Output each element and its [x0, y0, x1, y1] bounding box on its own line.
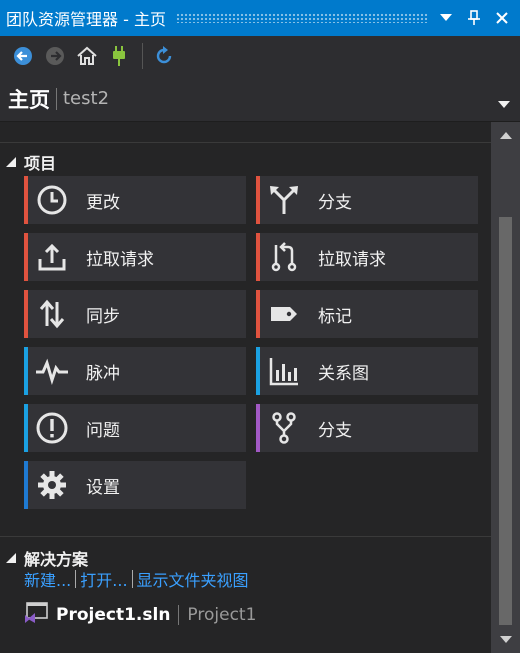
header-divider	[56, 87, 57, 110]
section-divider	[0, 142, 491, 143]
tile-changes[interactable]: 更改	[24, 176, 246, 224]
gear-icon	[28, 461, 76, 509]
tile-sync[interactable]: 同步	[24, 290, 246, 338]
tile-label: 标记	[318, 306, 352, 327]
open-link[interactable]: 打开...	[80, 567, 127, 591]
tile-charts[interactable]: 关系图	[256, 347, 478, 395]
tile-label: 问题	[86, 420, 120, 441]
tile-label: 拉取请求	[318, 249, 386, 270]
tile-label: 同步	[86, 306, 120, 327]
title-bar[interactable]: 团队资源管理器 - 主页	[0, 0, 520, 36]
clock-icon	[28, 176, 76, 224]
new-link[interactable]: 新建...	[24, 567, 71, 591]
tile-label: 设置	[86, 477, 120, 498]
tile-settings[interactable]: 设置	[24, 461, 246, 509]
content-area: 项目 更改 分支 拉取请求 拉取请求 同步 标记 脉冲 关系图 问题 分支 设置…	[0, 122, 491, 653]
collapse-triangle-icon[interactable]	[6, 553, 16, 563]
tile-label: 关系图	[318, 363, 369, 384]
back-arrow-icon[interactable]	[10, 42, 36, 70]
close-icon[interactable]	[494, 10, 510, 26]
solution-divider	[178, 605, 180, 625]
pin-icon[interactable]	[466, 10, 482, 26]
visual-studio-solution-icon	[24, 602, 48, 628]
tile-label: 脉冲	[86, 363, 120, 384]
upload-tray-icon	[28, 233, 76, 281]
link-divider	[131, 570, 133, 588]
solution-name: Project1.sln	[56, 605, 171, 625]
link-divider	[75, 570, 77, 588]
tile-label: 分支	[318, 192, 352, 213]
sync-arrows-icon	[28, 290, 76, 338]
home-icon[interactable]	[74, 42, 100, 70]
alert-circle-icon	[28, 404, 76, 452]
title-grip[interactable]	[175, 13, 428, 23]
tile-label: 分支	[318, 420, 352, 441]
dropdown-icon[interactable]	[438, 10, 454, 26]
window-title: 团队资源管理器 - 主页	[6, 10, 166, 29]
tile-pull-requests-git[interactable]: 拉取请求	[256, 233, 478, 281]
solution-item[interactable]: Project1.sln Project1	[24, 602, 256, 628]
tile-label: 拉取请求	[86, 249, 154, 270]
tag-icon	[260, 290, 308, 338]
tile-pulse[interactable]: 脉冲	[24, 347, 246, 395]
tile-label: 更改	[86, 192, 120, 213]
team-explorer-window: 团队资源管理器 - 主页 主页 test2 项目 更改 分支 拉取请求 拉取请求…	[0, 0, 520, 653]
solution-links: 新建... 打开... 显示文件夹视图	[24, 567, 249, 591]
scroll-up-icon[interactable]	[491, 124, 520, 146]
section-divider	[0, 536, 491, 537]
scrollbar-thumb[interactable]	[499, 217, 512, 625]
git-fork-icon	[260, 404, 308, 452]
page-subtitle: test2	[63, 88, 110, 109]
page-header[interactable]: 主页 test2	[0, 76, 520, 122]
toolbar-divider	[142, 43, 143, 69]
pulse-icon	[28, 347, 76, 395]
chevron-down-icon[interactable]	[498, 94, 510, 113]
page-title: 主页	[8, 87, 50, 112]
show-folder-view-link[interactable]: 显示文件夹视图	[137, 567, 249, 591]
tile-branches[interactable]: 分支	[256, 176, 478, 224]
toolbar	[0, 36, 520, 76]
tile-pull-requests[interactable]: 拉取请求	[24, 233, 246, 281]
tile-issues[interactable]: 问题	[24, 404, 246, 452]
vertical-scrollbar[interactable]	[491, 122, 520, 653]
forward-arrow-icon[interactable]	[42, 42, 68, 70]
tile-branches-git[interactable]: 分支	[256, 404, 478, 452]
scroll-down-icon[interactable]	[491, 629, 520, 651]
collapse-triangle-icon[interactable]	[6, 157, 16, 167]
plug-icon[interactable]	[106, 42, 132, 70]
bar-chart-icon	[260, 347, 308, 395]
refresh-icon[interactable]	[151, 42, 177, 70]
branch-icon	[260, 176, 308, 224]
project-section-title: 项目	[24, 154, 57, 173]
pull-request-icon	[260, 233, 308, 281]
solution-project-name: Project1	[187, 605, 257, 625]
tile-tags[interactable]: 标记	[256, 290, 478, 338]
project-section-header[interactable]: 项目	[6, 150, 56, 174]
